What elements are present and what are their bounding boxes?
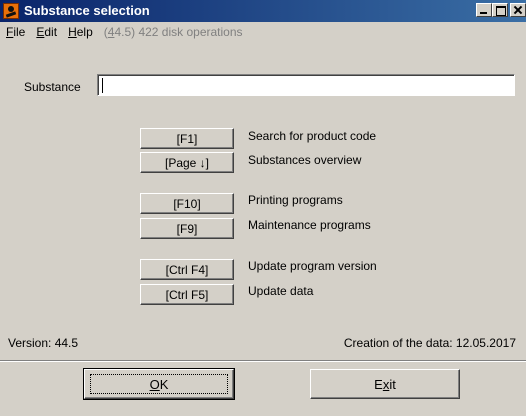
f9-button[interactable]: [F9] bbox=[140, 218, 234, 239]
minimize-icon[interactable] bbox=[476, 3, 492, 17]
maximize-icon[interactable] bbox=[492, 3, 508, 17]
f10-label: Printing programs bbox=[248, 193, 343, 207]
menu-bar: File Edit Help (44.5) 422 disk operation… bbox=[0, 22, 526, 41]
f1-label: Search for product code bbox=[248, 129, 377, 143]
hazard-app-icon bbox=[3, 3, 19, 19]
creation-date-text: Creation of the data: 12.05.2017 bbox=[343, 336, 516, 350]
ok-button[interactable]: OK bbox=[83, 368, 235, 400]
menu-file[interactable]: File bbox=[6, 25, 25, 39]
text-caret bbox=[102, 78, 103, 93]
page-down-button[interactable]: [Page ↓] bbox=[140, 152, 234, 173]
title-bar[interactable]: Substance selection bbox=[0, 0, 526, 22]
menu-help[interactable]: Help bbox=[68, 25, 93, 39]
ctrl-f4-label: Update program version bbox=[248, 259, 377, 273]
f9-label: Maintenance programs bbox=[248, 218, 371, 232]
ctrl-f4-button[interactable]: [Ctrl F4] bbox=[140, 259, 234, 280]
f10-button[interactable]: [F10] bbox=[140, 193, 234, 214]
substance-label: Substance bbox=[24, 80, 81, 94]
ctrl-f5-button[interactable]: [Ctrl F5] bbox=[140, 284, 234, 305]
version-text: Version: 44.5 bbox=[8, 336, 79, 350]
menu-edit[interactable]: Edit bbox=[36, 25, 57, 39]
exit-button[interactable]: Ex it bbox=[310, 369, 460, 399]
f1-button[interactable]: [F1] bbox=[140, 128, 234, 149]
substance-input[interactable] bbox=[97, 74, 515, 96]
window-title: Substance selection bbox=[24, 3, 150, 18]
page-down-label: Substances overview bbox=[248, 153, 362, 167]
ctrl-f5-label: Update data bbox=[248, 284, 314, 298]
menu-status-disabled: (44.5) 422 disk operations bbox=[103, 24, 243, 39]
close-icon[interactable] bbox=[510, 3, 526, 17]
